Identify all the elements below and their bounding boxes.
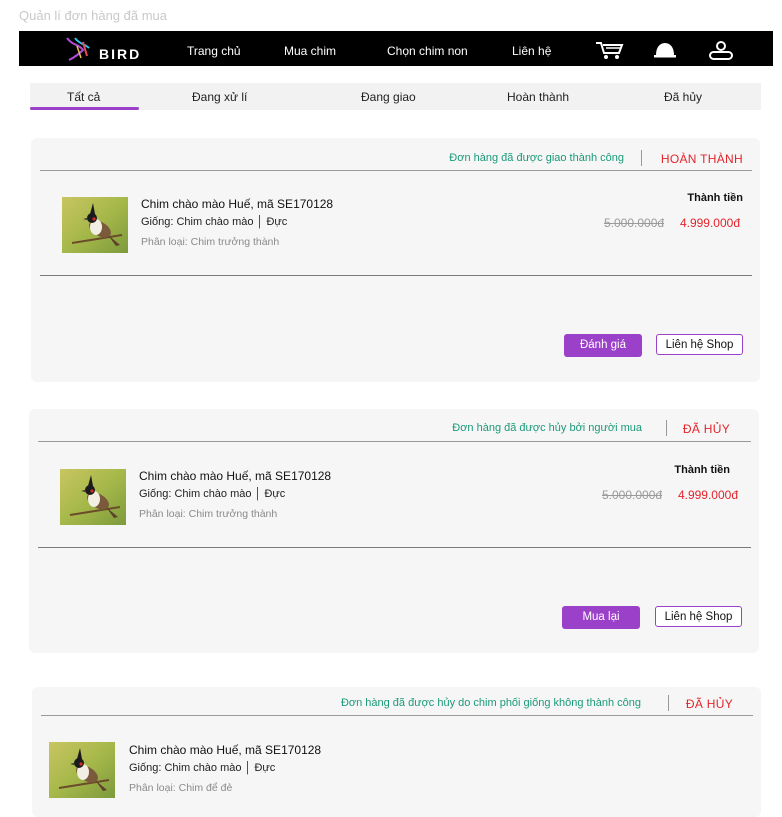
user-profile-icon[interactable]	[707, 40, 735, 60]
contact-shop-button[interactable]: Liên hệ Shop	[656, 334, 743, 355]
product-name[interactable]: Chim chào mào Huế, mã SE170128	[141, 197, 333, 211]
order-status-tabs: Tất cả Đang xử lí Đang giao Hoàn thành Đ…	[30, 83, 761, 110]
total-label: Thành tiền	[674, 464, 730, 476]
page-title: Quản lí đơn hàng đã mua	[19, 8, 168, 23]
order-status-message: Đơn hàng đã được hủy bởi người mua	[452, 422, 642, 434]
product-breed: Giống: Chim chào mào │ Đực	[139, 488, 286, 500]
tab-cancelled[interactable]: Đã hủy	[664, 90, 702, 104]
divider	[40, 275, 752, 276]
original-price: 5.000.000đ	[602, 488, 663, 502]
product-thumbnail[interactable]	[60, 469, 126, 525]
status-separator	[666, 420, 667, 436]
notification-bell-icon[interactable]	[651, 40, 679, 60]
nav-home[interactable]: Trang chủ	[187, 44, 241, 58]
order-card: Đơn hàng đã được giao thành công HOÀN TH…	[31, 138, 760, 382]
order-status-label: ĐÃ HỦY	[685, 697, 733, 711]
navbar: BIRD Trang chủ Mua chim Chọn chim non Li…	[19, 31, 773, 66]
tab-completed[interactable]: Hoàn thành	[507, 90, 569, 104]
order-status-message: Đơn hàng đã được hủy do chim phối giống …	[340, 697, 641, 709]
order-status-label: ĐÃ HỦY	[682, 422, 730, 436]
product-name[interactable]: Chim chào mào Huế, mã SE170128	[139, 469, 331, 483]
product-category: Phân loại: Chim để đẻ	[129, 782, 233, 794]
product-breed: Giống: Chim chào mào │ Đực	[141, 216, 288, 228]
status-separator	[641, 150, 642, 166]
product-category: Phân loại: Chim trưởng thành	[141, 236, 280, 248]
final-price: 4.999.000đ	[679, 216, 740, 230]
product-thumbnail[interactable]	[62, 197, 128, 253]
buy-again-button[interactable]: Mua lại	[562, 606, 640, 629]
product-breed: Giống: Chim chào mào │ Đực	[129, 762, 276, 774]
divider	[38, 547, 751, 548]
nav-buy-bird[interactable]: Mua chim	[284, 44, 336, 58]
nav-choose-chick[interactable]: Chọn chim non	[387, 44, 468, 58]
product-thumbnail[interactable]	[49, 742, 115, 798]
tab-shipping[interactable]: Đang giao	[361, 90, 416, 104]
divider	[41, 715, 753, 716]
page-frame: Quản lí đơn hàng đã mua BIRD Trang chủ M…	[0, 0, 782, 817]
tab-all[interactable]: Tất cả	[67, 90, 100, 104]
rate-button[interactable]: Đánh giá	[564, 334, 642, 357]
order-status-label: HOÀN THÀNH	[660, 152, 743, 166]
order-status-message: Đơn hàng đã được giao thành công	[449, 152, 624, 164]
final-price: 4.999.000đ	[677, 488, 738, 502]
product-category: Phân loại: Chim trưởng thành	[139, 508, 278, 520]
divider	[38, 441, 751, 442]
total-label: Thành tiền	[687, 192, 743, 204]
product-name[interactable]: Chim chào mào Huế, mã SE170128	[129, 743, 321, 757]
order-card: Đơn hàng đã được hủy do chim phối giống …	[32, 687, 761, 817]
tab-processing[interactable]: Đang xử lí	[192, 90, 247, 104]
order-card: Đơn hàng đã được hủy bởi người mua ĐÃ HỦ…	[29, 409, 759, 653]
status-separator	[668, 695, 669, 711]
original-price: 5.000.000đ	[604, 216, 665, 230]
cart-icon[interactable]	[594, 40, 624, 60]
divider	[40, 170, 752, 171]
nav-contact[interactable]: Liên hệ	[512, 44, 551, 58]
contact-shop-button[interactable]: Liên hệ Shop	[655, 606, 742, 627]
logo-text[interactable]: BIRD	[99, 46, 141, 62]
active-tab-indicator	[30, 107, 139, 110]
